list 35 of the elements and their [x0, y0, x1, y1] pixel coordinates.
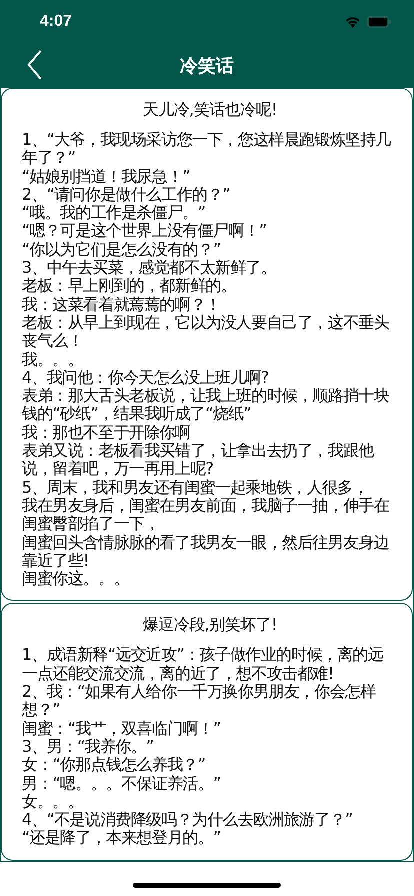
wifi-icon	[345, 16, 361, 28]
joke-text: 4、我问他：你今天怎么没上班儿啊?	[22, 368, 270, 388]
status-time: 4:07	[40, 13, 72, 31]
joke-text: 老板：早上刚到的，都新鲜的。	[22, 277, 238, 296]
chevron-left-icon	[27, 50, 43, 80]
joke-text: “姑娘别挡道！我尿急！”	[22, 168, 192, 186]
page-title: 冷笑话	[180, 55, 234, 78]
joke-text: 3、男：“我养你。”	[22, 738, 155, 756]
joke-text: 表弟又说：老板看我买错了，让拿出去扔了，我跟他说，留着吧，万一再用上呢?	[22, 442, 376, 479]
joke-text: 我在男友身后，闺蜜在男友前面，我脑子一抽，伸手在闺蜜臀部掐了一下，	[22, 496, 390, 534]
joke-text: 我：这菜看着就蔫蔫的啊？！	[22, 296, 222, 314]
card-title: 爆逗冷段,别笑坏了!	[142, 615, 278, 636]
joke-text: 1、“大爷，我现场采访您一下，您这样晨跑锻炼坚持几年了？”	[22, 131, 392, 168]
joke-text: 我：那也不至于开除你啊	[22, 424, 192, 442]
joke-text: “你以为它们是怎么没有的？”	[22, 240, 222, 260]
joke-text: 3、中午去买菜，感觉都不太新鲜了。	[22, 259, 278, 278]
joke-text: “嗯？可是这个世界上没有僵尸啊！”	[22, 222, 268, 241]
battery-icon	[367, 16, 392, 28]
joke-text: 5、周末，我和男友还有闺蜜一起乘地铁，人很多，	[22, 478, 370, 497]
joke-text: 4、“不是说消费降级吗？为什么去欧洲旅游了？”	[22, 811, 354, 830]
card-title: 天儿冷,笑话也冷呢!	[142, 100, 278, 121]
joke-text: 2、我：“如果有人给你一千万换你男朋友，你会怎样想？”	[22, 683, 377, 720]
joke-text: 1、成语新释“远交近攻”：孩子做作业的时候，离的远一点还能交流交流，离的近了，想不攻击都难!	[22, 646, 384, 684]
joke-text: 男：“嗯。。。不保证养活。”	[22, 774, 222, 793]
joke-text: 闺蜜回头含情脉脉的看了我男友一眼，然后往男友身边靠近了些!	[22, 534, 390, 570]
joke-text: “还是降了，本来想登月的。”	[22, 829, 222, 848]
joke-text: 我。。。	[22, 350, 84, 369]
joke-text: “哦。我的工作是杀僵尸。”	[22, 204, 206, 222]
joke-text: 女。。。	[22, 792, 84, 812]
joke-text: 老板：从早上到现在，它以为没人要自己了，这不垂头丧气么！	[22, 314, 390, 351]
joke-text: 闺蜜你这。。。	[22, 570, 130, 588]
joke-text: 2、“请问你是做什么工作的？”	[22, 186, 232, 204]
joke-text: 女：“你那点钱怎么养我？”	[22, 756, 206, 774]
joke-text: 闺蜜：“我艹，双喜临门啊！”	[22, 720, 222, 738]
joke-text: 表弟：那大舌头老板说，让我上班的时候，顺路捎十块钱的“砂纸”，结果我听成了“烧纸”	[22, 387, 390, 424]
